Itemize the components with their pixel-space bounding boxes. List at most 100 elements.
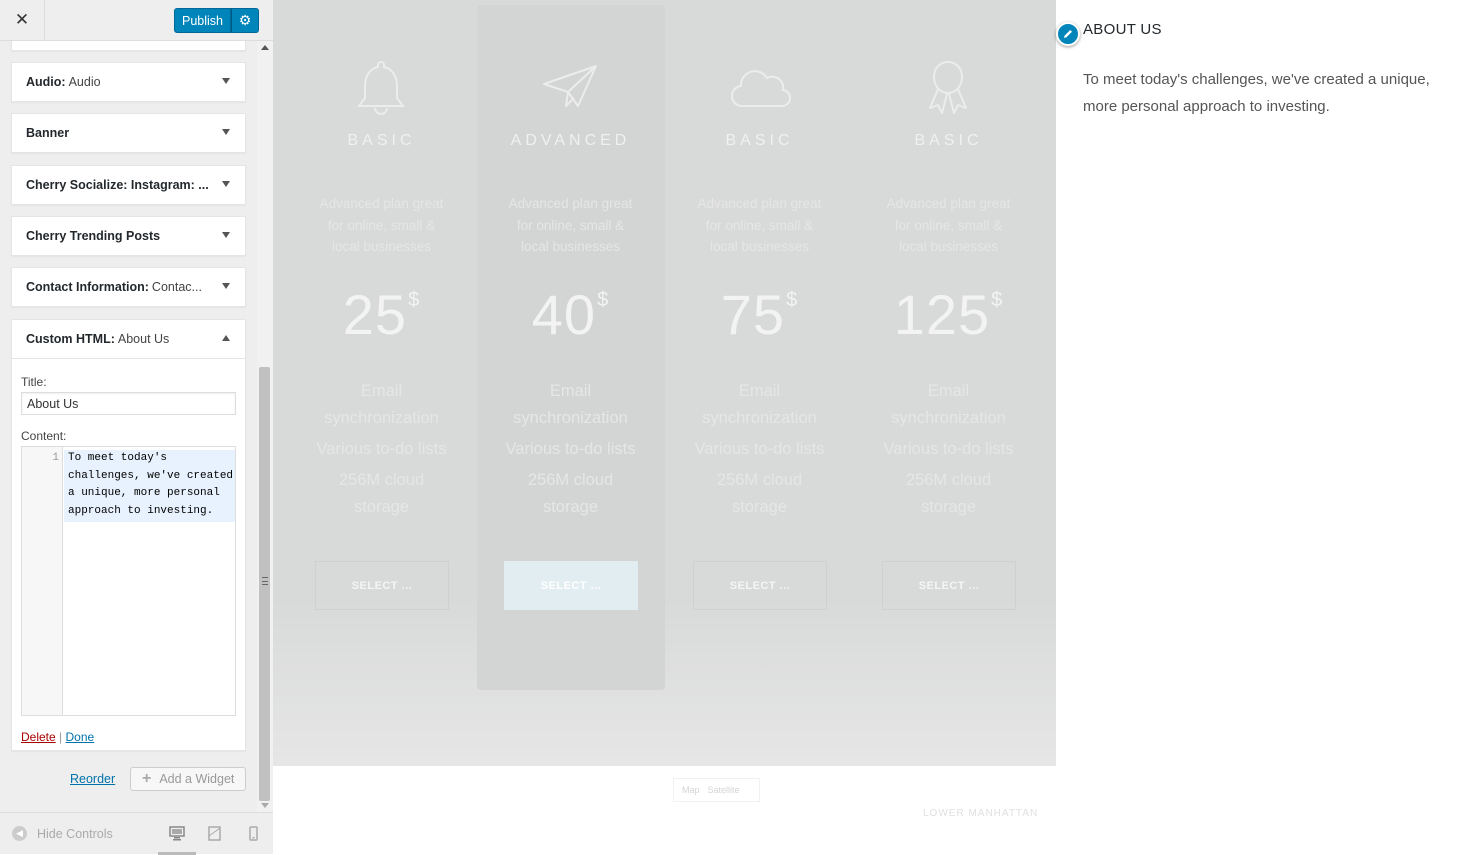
widget-header[interactable]: Custom HTML: About Us (12, 320, 245, 359)
collapse-sidebar-icon: ◀ (12, 826, 27, 841)
plan-features: Email synchronization Various to-do list… (287, 378, 476, 521)
feature-item: Various to-do lists (316, 440, 447, 458)
tablet-preview-icon[interactable] (208, 826, 221, 841)
widget-item-contact-information[interactable]: Contact Information: Contac... (11, 267, 246, 307)
add-widget-button[interactable]: + Add a Widget (130, 767, 246, 791)
sidebar-scrollbar[interactable] (257, 41, 273, 812)
widget-type: Contact Information: (26, 280, 149, 294)
publish-button[interactable]: Publish (174, 8, 231, 33)
reorder-link[interactable]: Reorder (70, 772, 115, 786)
site-preview: BASIC Advanced plan great for online, sm… (273, 0, 1471, 854)
widget-item-banner[interactable]: Banner (11, 113, 246, 153)
content-code-text[interactable]: To meet today's challenges, we've create… (64, 450, 235, 522)
plan-features: Email synchronization Various to-do list… (854, 378, 1043, 521)
desktop-preview-icon[interactable] (169, 826, 185, 841)
expand-arrow-icon[interactable] (222, 232, 230, 238)
customizer-sidebar: ✕ Publish ⚙ Audio: Audio Banner Cherry So… (0, 0, 273, 855)
widget-actions: Delete | Done (21, 730, 236, 750)
add-widget-label: Add a Widget (159, 772, 235, 786)
widget-form: Title: Content: 1 To meet today's challe… (12, 359, 245, 750)
select-plan-button[interactable]: SELECT ... (693, 561, 827, 610)
widget-item-trending-posts[interactable]: Cherry Trending Posts (11, 216, 246, 256)
paper-plane-icon (543, 65, 597, 107)
widget-type: Cherry Trending Posts (26, 229, 161, 243)
plan-features: Email synchronization Various to-do list… (476, 378, 665, 521)
mobile-preview-icon[interactable] (249, 826, 258, 841)
title-input[interactable] (21, 392, 236, 415)
pricing-plan: BASIC Advanced plan great for online, sm… (665, 0, 854, 680)
plan-name: ADVANCED (510, 132, 631, 149)
select-plan-button[interactable]: SELECT ... (882, 561, 1016, 610)
plan-name: BASIC (725, 132, 794, 149)
widget-title: ABOUT US (1083, 21, 1162, 38)
pricing-plan: BASIC Advanced plan great for online, sm… (287, 0, 476, 680)
feature-item: Email synchronization (891, 382, 1006, 427)
feature-item: 256M cloud storage (527, 471, 614, 516)
map-type-tabs[interactable]: Map Satellite (673, 778, 760, 802)
line-number: 1 (52, 452, 59, 464)
customizer-footer: ◀ Hide Controls (0, 812, 273, 855)
feature-item: Email synchronization (513, 382, 628, 427)
widget-item-partial (11, 41, 246, 51)
pencil-icon (1064, 30, 1072, 38)
plan-name: BASIC (914, 132, 983, 149)
publish-settings-button[interactable]: ⚙ (231, 8, 259, 33)
separator: | (59, 730, 63, 744)
plan-price: 125$ (893, 283, 1004, 346)
title-label: Title: (21, 375, 47, 389)
widget-item-instagram[interactable]: Cherry Socialize: Instagram: ... (11, 165, 246, 205)
plan-price: 40$ (531, 283, 610, 346)
line-gutter: 1 (22, 447, 63, 715)
cloud-icon (731, 70, 791, 108)
hide-controls-button[interactable]: ◀ Hide Controls (12, 826, 113, 841)
close-icon: ✕ (14, 10, 30, 29)
pricing-section: BASIC Advanced plan great for online, sm… (273, 0, 1056, 766)
feature-item: Various to-do lists (694, 440, 825, 458)
expand-arrow-icon[interactable] (222, 129, 230, 135)
done-link[interactable]: Done (66, 730, 95, 744)
widget-title: Contac... (151, 280, 202, 294)
expand-arrow-icon[interactable] (222, 78, 230, 84)
close-customizer-button[interactable]: ✕ (0, 0, 45, 40)
collapse-arrow-icon[interactable] (222, 335, 230, 341)
expand-arrow-icon[interactable] (222, 181, 230, 187)
scroll-up-arrow-icon[interactable] (261, 45, 269, 50)
content-code-editor[interactable]: 1 To meet today's challenges, we've crea… (21, 446, 236, 716)
expand-arrow-icon[interactable] (222, 283, 230, 289)
award-icon (929, 60, 967, 114)
gear-icon: ⚙ (238, 12, 252, 28)
map-district-label: LOWER MANHATTAN (923, 808, 1039, 819)
widget-type: Custom HTML: (26, 332, 115, 346)
pricing-plan: ADVANCED Advanced plan great for online,… (476, 0, 665, 680)
pricing-plan: BASIC Advanced plan great for online, sm… (854, 0, 1043, 680)
plan-price: 75$ (720, 283, 799, 346)
feature-item: Email synchronization (702, 382, 817, 427)
select-plan-button[interactable]: SELECT ... (504, 561, 638, 610)
plan-description: Advanced plan great for online, small & … (508, 196, 633, 254)
feature-item: 256M cloud storage (905, 471, 992, 516)
plan-description: Advanced plan great for online, small & … (697, 196, 822, 254)
edit-shortcut-button[interactable] (1056, 22, 1080, 46)
feature-item: Email synchronization (324, 382, 439, 427)
widget-type: Cherry Socialize: Instagram: ... (26, 178, 209, 192)
widget-item-custom-html: Custom HTML:About Us Title: Content: 1 T… (11, 319, 246, 751)
delete-link[interactable]: Delete (21, 730, 56, 744)
widget-list[interactable]: Audio: Audio Banner Cherry Socialize: Ins… (0, 41, 257, 812)
map-section[interactable]: Map Satellite LOWER MANHATTAN (273, 766, 1056, 854)
widget-item-audio[interactable]: Audio: Audio (11, 62, 246, 102)
hide-controls-label: Hide Controls (37, 826, 113, 841)
plan-description: Advanced plan great for online, small & … (886, 196, 1011, 254)
publish-group: Publish ⚙ (174, 8, 259, 33)
scroll-down-arrow-icon[interactable] (261, 803, 269, 808)
widget-title: About Us (117, 332, 170, 346)
satellite-tab[interactable]: Satellite (708, 785, 740, 795)
map-tab[interactable]: Map (682, 785, 700, 795)
customizer-header: ✕ Publish ⚙ (0, 0, 273, 41)
resize-grip-icon[interactable] (262, 577, 268, 585)
plus-icon: + (142, 770, 152, 787)
select-plan-button[interactable]: SELECT ... (315, 561, 449, 610)
widget-type: Banner (26, 126, 70, 140)
plan-price: 25$ (342, 283, 421, 346)
bell-icon (357, 60, 405, 115)
plan-description: Advanced plan great for online, small & … (319, 196, 444, 254)
